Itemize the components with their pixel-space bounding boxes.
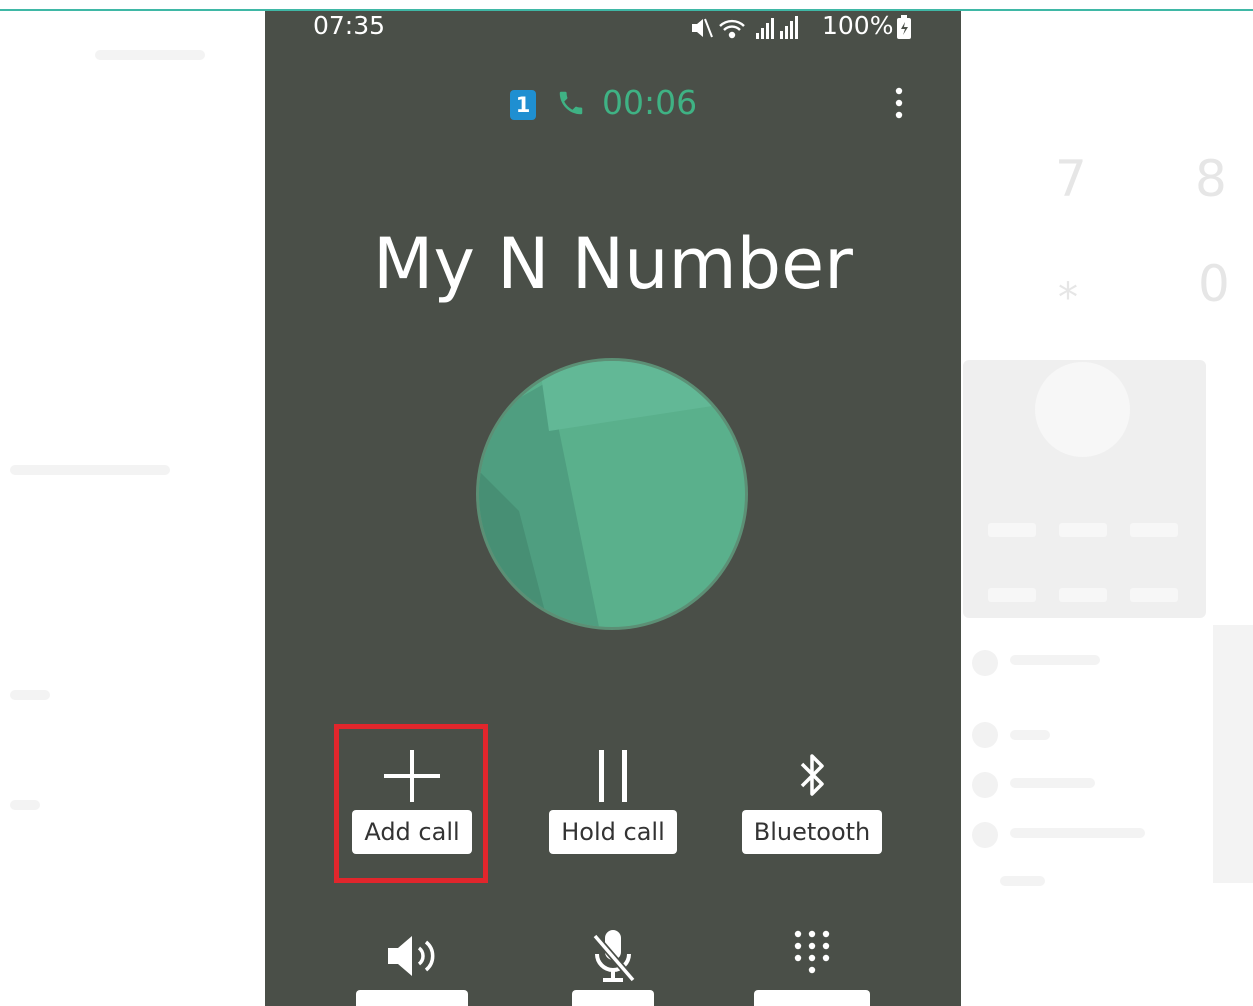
sim-slot-badge: 1 xyxy=(510,90,536,120)
call-timer: 00:06 xyxy=(602,83,698,122)
bluetooth-label: Bluetooth xyxy=(741,810,883,854)
battery-icon xyxy=(897,15,911,39)
battery-level: 100% xyxy=(822,11,894,40)
avatar-shading xyxy=(479,361,745,627)
bg-pill xyxy=(988,588,1036,602)
bg-pill xyxy=(1130,523,1178,537)
contact-avatar xyxy=(479,361,745,627)
bluetooth-button[interactable]: Bluetooth xyxy=(732,746,892,854)
speaker-icon xyxy=(388,936,435,976)
hold-call-button[interactable]: Hold call xyxy=(533,746,693,854)
phone-call-icon xyxy=(559,91,583,115)
status-bar: 07:35 100% xyxy=(265,11,961,45)
bg-bar xyxy=(1010,730,1050,740)
bg-avatar xyxy=(1035,362,1130,457)
hold-call-label: Hold call xyxy=(549,810,677,854)
bg-bar xyxy=(10,690,50,700)
keypad-label xyxy=(754,990,870,1006)
mute-button[interactable] xyxy=(533,926,693,1006)
keypad-button[interactable] xyxy=(732,926,892,1006)
bg-dot xyxy=(972,772,998,798)
bg-dot xyxy=(972,650,998,676)
bg-card xyxy=(1213,625,1253,883)
bg-pill xyxy=(1059,523,1107,537)
bg-pill xyxy=(988,523,1036,537)
keypad-icon xyxy=(794,930,830,974)
signal-icon xyxy=(756,18,774,39)
bg-digit-7: 7 xyxy=(1055,150,1087,208)
bg-bar xyxy=(10,800,40,810)
more-options-icon[interactable] xyxy=(889,83,909,123)
bg-bar xyxy=(1010,828,1145,838)
bg-digit-0: 0 xyxy=(1198,255,1230,313)
bg-bar xyxy=(95,50,205,60)
bg-dot xyxy=(972,722,998,748)
phone-screen: 07:35 100% 1 00:06 My N Number Add call … xyxy=(265,11,961,1006)
wifi-icon xyxy=(719,19,745,39)
bluetooth-icon xyxy=(800,754,824,796)
signal-icon xyxy=(780,16,798,39)
bg-digit-star: * xyxy=(1058,275,1078,321)
bg-bar xyxy=(10,465,170,475)
speaker-label xyxy=(356,990,468,1006)
mute-mic-icon xyxy=(592,930,636,983)
add-call-highlight xyxy=(334,724,488,883)
bg-digit-8: 8 xyxy=(1195,150,1227,208)
speaker-button[interactable] xyxy=(332,926,492,1006)
mute-label xyxy=(572,990,654,1006)
status-time: 07:35 xyxy=(313,11,386,40)
bg-bar xyxy=(1010,778,1095,788)
mute-icon xyxy=(692,18,713,38)
bg-dot xyxy=(972,822,998,848)
bg-bar xyxy=(1010,655,1100,665)
bg-pill xyxy=(1059,588,1107,602)
bg-bar xyxy=(1000,876,1045,886)
bg-pill xyxy=(1130,588,1178,602)
pause-icon xyxy=(599,750,627,802)
contact-name: My N Number xyxy=(373,223,853,305)
